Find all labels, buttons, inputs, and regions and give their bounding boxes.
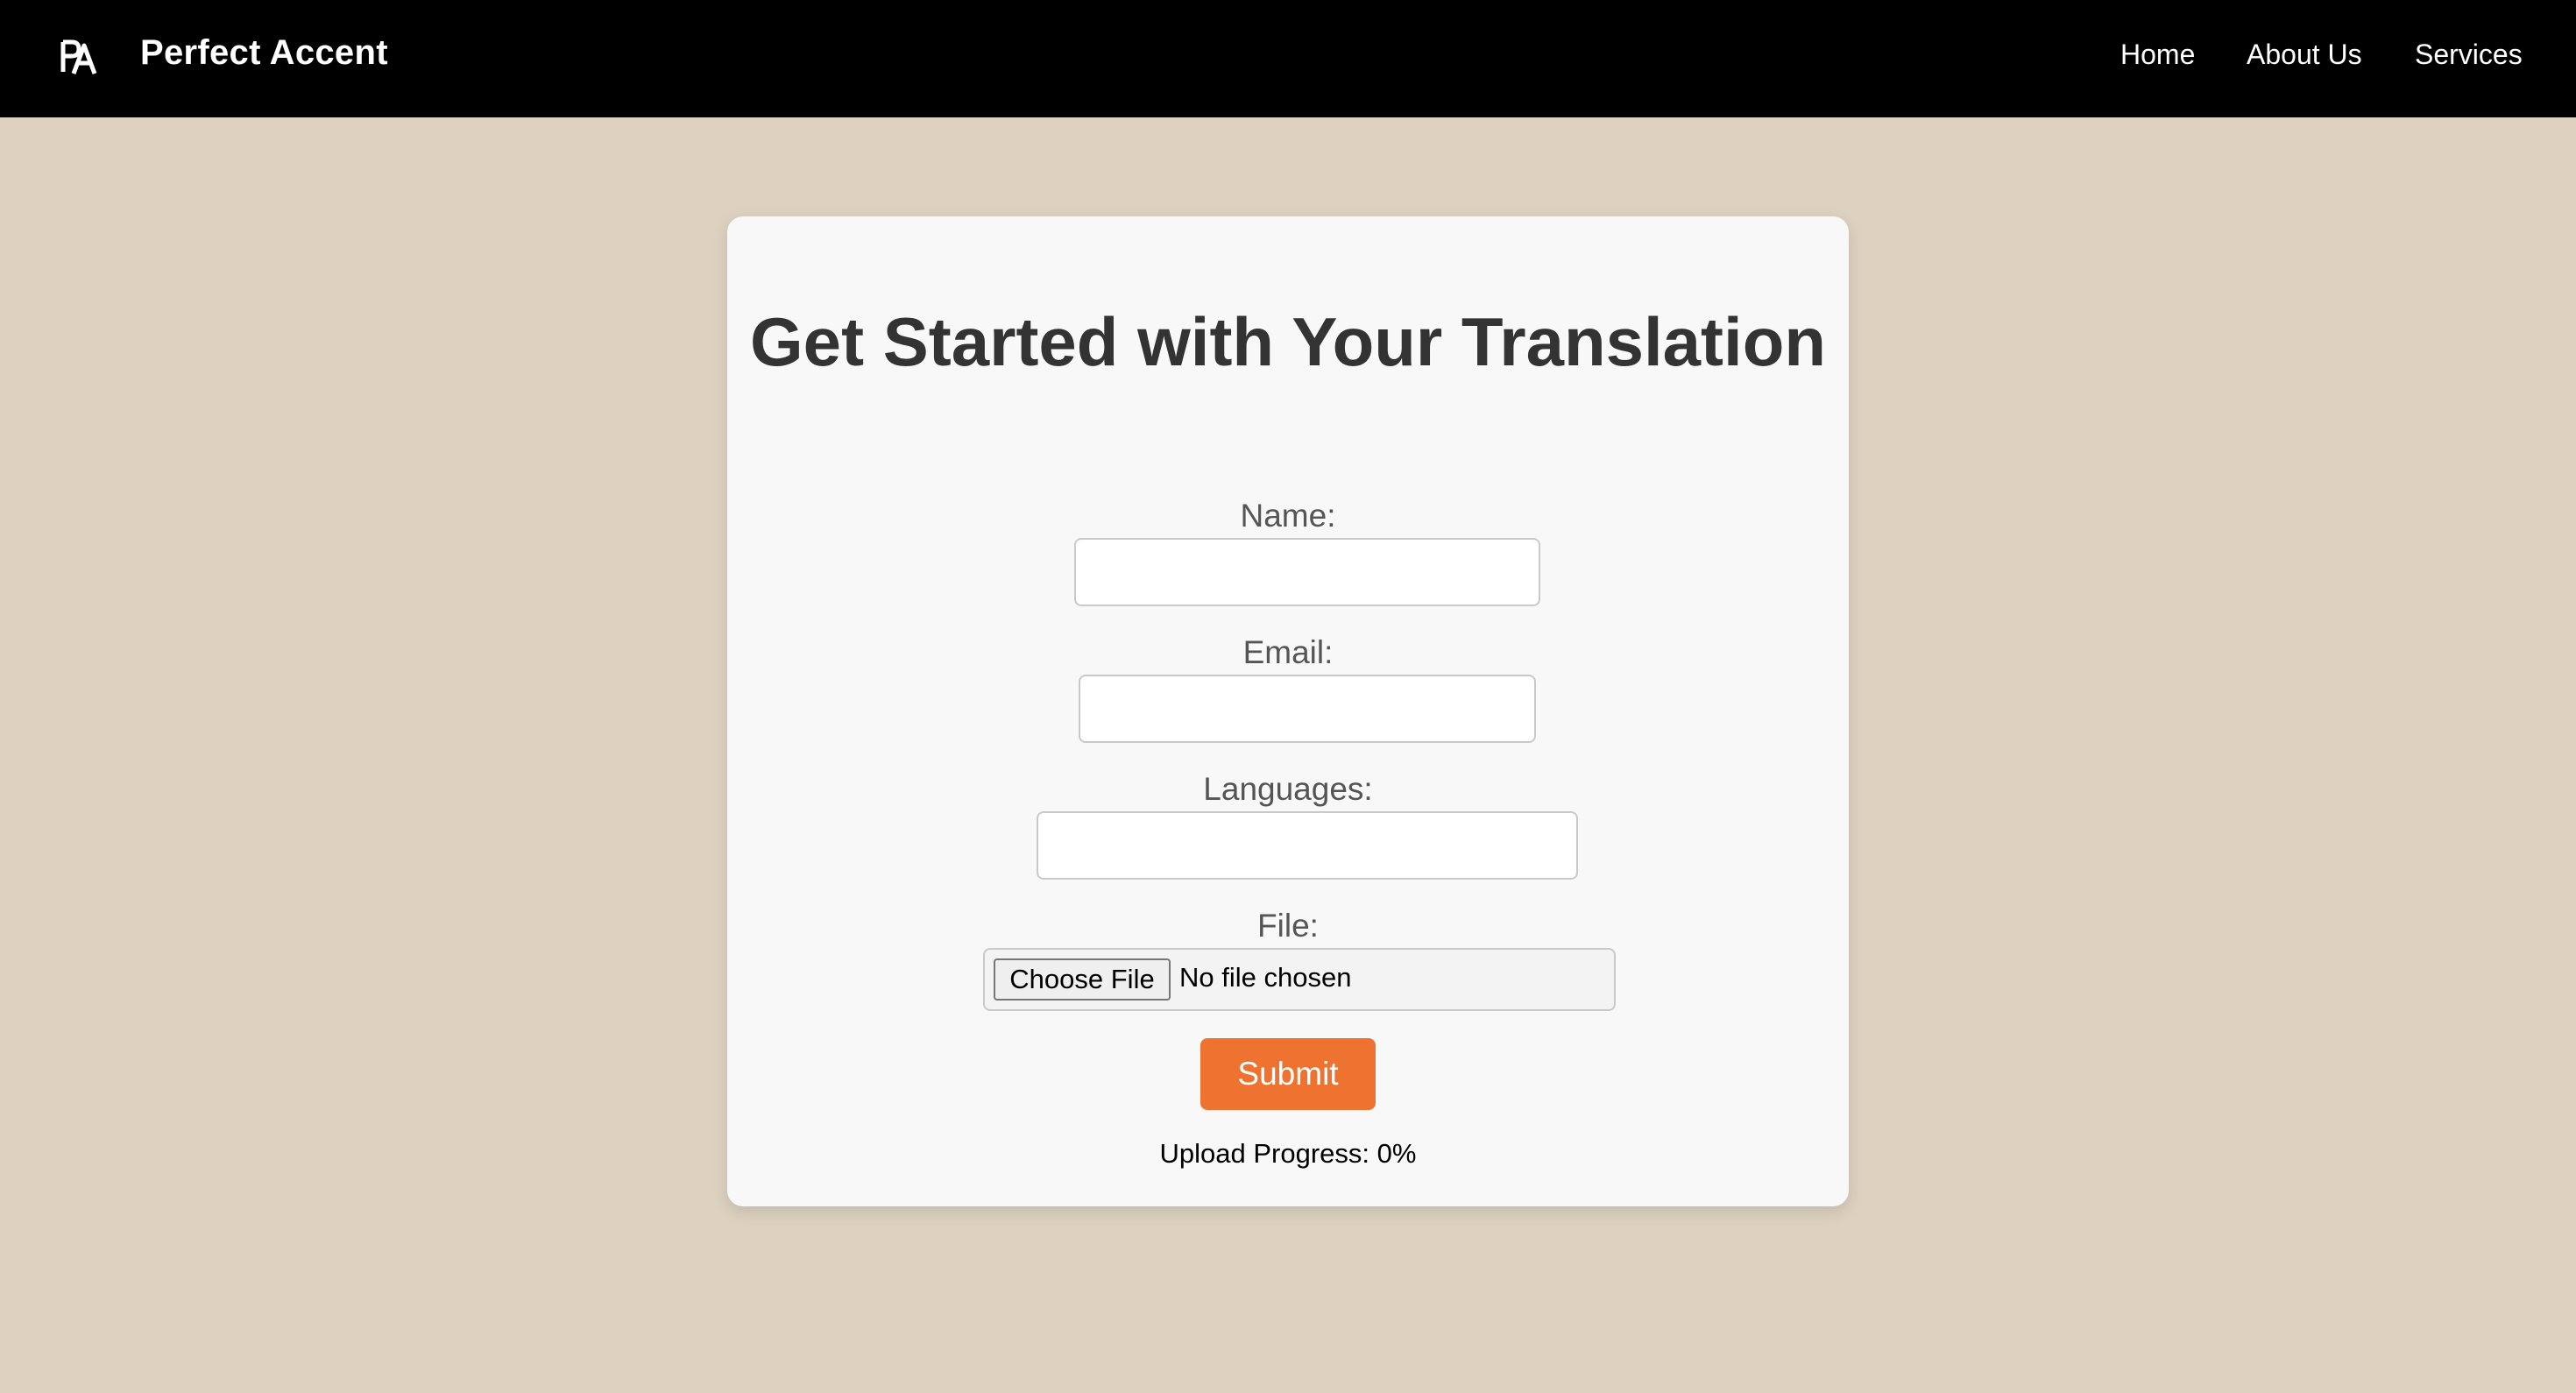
file-status-text: No file chosen [1179,962,1352,993]
email-label: Email: [1242,634,1334,670]
name-input[interactable] [1074,538,1540,606]
nav-about-us-link[interactable]: About Us [2247,39,2362,71]
pa-monogram-icon[interactable] [60,37,98,75]
file-input[interactable]: Choose File No file chosen [983,948,1616,1011]
top-navbar: Perfect Accent Home About Us Services [0,0,2576,117]
languages-input[interactable] [1037,811,1578,880]
nav-services-link[interactable]: Services [2415,39,2523,71]
upload-progress-text: Upload Progress: 0% [1159,1138,1417,1169]
nav-home-link[interactable]: Home [2120,39,2195,71]
choose-file-button[interactable]: Choose File [994,958,1171,1001]
page-title: Get Started with Your Translation [750,303,1826,380]
name-label: Name: [1240,498,1336,534]
file-label: File: [1257,908,1319,944]
languages-label: Languages: [1203,771,1373,807]
brand-name[interactable]: Perfect Accent [140,33,388,73]
translation-form-card: Get Started with Your Translation Name: … [727,216,1849,1206]
email-input[interactable] [1079,675,1536,743]
submit-button[interactable]: Submit [1200,1038,1376,1110]
